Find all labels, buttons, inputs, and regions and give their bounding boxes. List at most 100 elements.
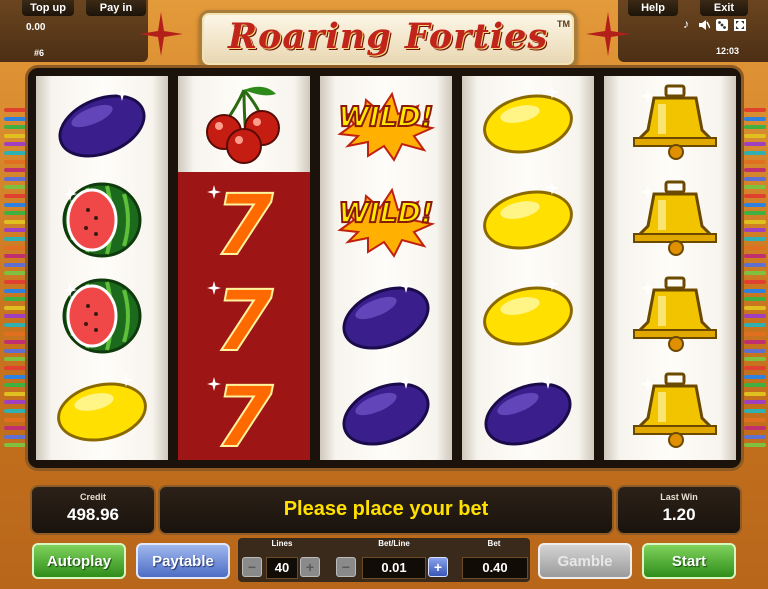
payline-markers-right [742, 108, 766, 456]
bell-symbol [604, 364, 736, 460]
bell-icon [633, 84, 717, 160]
payline-marker [744, 219, 766, 224]
payline-markers-left [2, 108, 26, 456]
payline-marker [4, 297, 26, 302]
wild-icon: WILD! [337, 91, 436, 162]
payline-marker [4, 202, 26, 207]
melon-icon [62, 278, 142, 354]
seven-icon: 7 [207, 276, 275, 356]
autoplay-button[interactable]: Autoplay [32, 543, 126, 579]
payline-marker [4, 211, 26, 216]
exit-button[interactable]: Exit [700, 0, 748, 16]
payline-marker [4, 271, 26, 276]
payline-marker [744, 245, 766, 250]
lines-increase-button[interactable]: + [300, 557, 320, 577]
status-message: Please place your bet [283, 498, 489, 520]
payline-marker [744, 323, 766, 327]
game-number: #6 [34, 48, 45, 58]
reel-3: WILD! WILD! [320, 76, 452, 460]
melon-symbol [36, 172, 168, 268]
payline-marker [4, 288, 26, 293]
last-win-label: Last Win [660, 492, 698, 502]
payline-marker [4, 228, 26, 233]
wild-icon: WILD! [337, 187, 436, 258]
svg-text:WILD!: WILD! [338, 196, 433, 229]
balance-display: 0.00 [26, 22, 46, 33]
bell-symbol [604, 76, 736, 172]
lemon-icon [483, 277, 573, 346]
payline-marker [744, 383, 766, 388]
wild-symbol: WILD! [320, 172, 452, 268]
lines-decrease-button[interactable]: − [242, 557, 262, 577]
reel-1 [36, 76, 168, 460]
plum-icon [58, 87, 146, 158]
payline-marker [744, 391, 766, 396]
credit-value: 498.96 [67, 505, 119, 524]
gamble-button[interactable]: Gamble [538, 543, 632, 579]
payline-marker [4, 348, 26, 353]
speaker-icon[interactable] [698, 19, 710, 31]
payline-marker [4, 314, 26, 319]
reel-area: 7 7 7 WILD! WILD! [28, 68, 741, 468]
betline-label: Bet/Line [378, 539, 410, 548]
payline-marker [744, 151, 766, 155]
reel-4 [462, 76, 594, 460]
payline-marker [4, 142, 26, 147]
payline-marker [744, 409, 766, 413]
payline-marker [744, 133, 766, 138]
payline-marker [744, 228, 766, 233]
seven-symbol: 7 [178, 172, 310, 268]
top-up-button[interactable]: Top up [22, 0, 74, 16]
payline-marker [4, 366, 26, 370]
payline-marker [4, 280, 26, 284]
svg-text:7: 7 [215, 372, 274, 452]
lemon-symbol [462, 172, 594, 268]
payline-marker [744, 288, 766, 293]
music-note-icon[interactable]: ♪ [683, 17, 689, 31]
last-win-panel: Last Win 1.20 [616, 485, 742, 535]
paytable-button[interactable]: Paytable [136, 543, 230, 579]
plum-symbol [36, 76, 168, 172]
betline-decrease-button[interactable]: − [336, 557, 356, 577]
payline-marker [4, 133, 26, 138]
payline-marker [744, 185, 766, 190]
payline-marker [744, 443, 766, 448]
seven-icon: 7 [207, 180, 275, 260]
lemon-symbol [462, 76, 594, 172]
payline-marker [744, 271, 766, 276]
payline-marker [4, 434, 26, 439]
payline-marker [4, 168, 26, 173]
game-frame: Top up Pay in 0.00 #6 Help Exit ♪ 12:03 [0, 0, 768, 589]
payline-marker [4, 323, 26, 327]
lemon-icon [57, 373, 147, 442]
bell-icon [633, 180, 717, 256]
trademark-mark: TM [557, 19, 570, 29]
payline-marker [744, 254, 766, 259]
payline-marker [744, 159, 766, 164]
credit-label: Credit [79, 492, 106, 502]
payline-marker [744, 426, 766, 431]
pay-in-button[interactable]: Pay in [86, 0, 146, 16]
plum-symbol [320, 364, 452, 460]
lemon-symbol [36, 364, 168, 460]
payline-marker [744, 340, 766, 345]
start-button[interactable]: Start [642, 543, 736, 579]
fullscreen-icon[interactable] [734, 19, 746, 31]
payline-marker [744, 237, 766, 241]
bell-icon [633, 372, 717, 448]
betline-increase-button[interactable]: + [428, 557, 448, 577]
help-button[interactable]: Help [628, 0, 678, 16]
payline-marker [4, 409, 26, 413]
svg-text:WILD!: WILD! [338, 100, 433, 133]
lemon-icon [483, 181, 573, 250]
svg-text:7: 7 [215, 276, 274, 356]
payline-marker [744, 417, 766, 422]
payline-marker [744, 305, 766, 310]
clock-display: 12:03 [716, 46, 740, 56]
melon-symbol [36, 268, 168, 364]
dice-icon[interactable] [716, 19, 728, 31]
seven-symbol: 7 [178, 268, 310, 364]
payline-marker [4, 237, 26, 241]
payline-marker [4, 417, 26, 422]
payline-marker [744, 176, 766, 181]
